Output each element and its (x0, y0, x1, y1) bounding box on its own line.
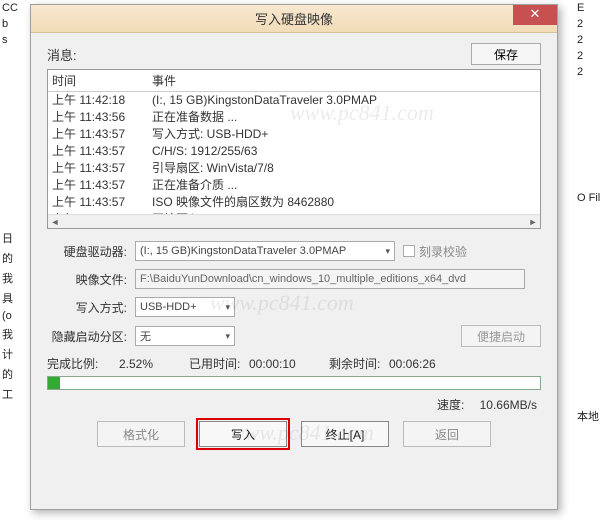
close-button[interactable]: ✕ (513, 5, 557, 25)
log-row[interactable]: 上午 11:43:57引导扇区: WinVista/7/8 (52, 160, 536, 177)
file-label: 映像文件: (47, 271, 135, 288)
dialog-title: 写入硬盘映像 (31, 9, 557, 28)
bg-col-2d: 2 (574, 64, 600, 80)
log-row[interactable]: 上午 11:43:57ISO 映像文件的扇区数为 8462880 (52, 194, 536, 211)
log-event: 写入方式: USB-HDD+ (152, 126, 536, 143)
log-event: C/H/S: 1912/255/63 (152, 143, 536, 160)
quick-boot-button[interactable]: 便捷启动 (461, 325, 541, 347)
speed-value: 10.66MB/s (480, 398, 537, 412)
log-time: 上午 11:43:57 (52, 160, 152, 177)
write-button[interactable]: 写入 (199, 421, 287, 447)
log-time: 上午 11:42:18 (52, 92, 152, 109)
log-row[interactable]: 上午 11:43:56正在准备数据 ... (52, 109, 536, 126)
hide-partition-select[interactable]: 无 ▾ (135, 326, 235, 346)
log-time: 上午 11:43:57 (52, 177, 152, 194)
mode-label: 写入方式: (47, 299, 135, 316)
chevron-down-icon: ▾ (385, 246, 390, 257)
back-button[interactable]: 返回 (403, 421, 491, 447)
verify-label: 刻录校验 (419, 243, 467, 260)
progress-fill (48, 377, 60, 389)
chevron-down-icon: ▾ (225, 331, 230, 342)
speed-label: 速度: (437, 398, 464, 412)
scroll-right-icon[interactable]: ► (526, 215, 540, 229)
format-button[interactable]: 格式化 (97, 421, 185, 447)
bg-local: 本地目录 (574, 406, 600, 426)
drive-select[interactable]: (I:, 15 GB)KingstonDataTraveler 3.0PMAP … (135, 241, 395, 261)
log-event: 正在准备数据 ... (152, 109, 536, 126)
checkbox-icon (403, 245, 415, 257)
progress-bar (47, 376, 541, 390)
percent-value: 2.52% (119, 357, 189, 371)
log-row[interactable]: 上午 11:43:57正在准备介质 ... (52, 177, 536, 194)
scroll-left-icon[interactable]: ◄ (48, 215, 62, 229)
drive-label: 硬盘驱动器: (47, 243, 135, 260)
write-mode-select[interactable]: USB-HDD+ ▾ (135, 297, 235, 317)
log-row[interactable]: 上午 11:43:57写入方式: USB-HDD+ (52, 126, 536, 143)
log-event: ISO 映像文件的扇区数为 8462880 (152, 194, 536, 211)
mode-value: USB-HDD+ (140, 301, 197, 313)
save-button[interactable]: 保存 (471, 43, 541, 65)
remain-value: 00:06:26 (389, 357, 459, 371)
verify-checkbox[interactable]: 刻录校验 (403, 243, 467, 260)
bg-files: O Files) (574, 190, 600, 206)
log-event: (I:, 15 GB)KingstonDataTraveler 3.0PMAP (152, 92, 536, 109)
chevron-down-icon: ▾ (225, 302, 230, 313)
abort-button[interactable]: 终止[A] (301, 421, 389, 447)
log-time: 上午 11:43:57 (52, 143, 152, 160)
log-box[interactable]: 时间 事件 上午 11:42:18(I:, 15 GB)KingstonData… (47, 69, 541, 229)
bg-col-2c: 2 (574, 48, 600, 64)
log-row[interactable]: 上午 11:42:18(I:, 15 GB)KingstonDataTravel… (52, 92, 536, 109)
drive-value: (I:, 15 GB)KingstonDataTraveler 3.0PMAP (140, 245, 346, 257)
image-file-input[interactable] (135, 269, 525, 289)
elapsed-value: 00:00:10 (249, 357, 329, 371)
log-row[interactable]: 上午 11:43:57C/H/S: 1912/255/63 (52, 143, 536, 160)
hide-label: 隐藏启动分区: (47, 328, 135, 345)
log-header-time: 时间 (52, 72, 152, 89)
log-event: 引导扇区: WinVista/7/8 (152, 160, 536, 177)
write-image-dialog: 写入硬盘映像 ✕ 消息: 保存 时间 事件 上午 11:42:18(I:, 15… (30, 4, 558, 510)
bg-col-e: E (574, 0, 600, 16)
message-label: 消息: (47, 45, 471, 64)
remain-label: 剩余时间: (329, 355, 389, 372)
hide-value: 无 (140, 328, 151, 344)
log-time: 上午 11:43:57 (52, 126, 152, 143)
scrollbar-horizontal[interactable]: ◄ ► (48, 214, 540, 228)
log-event: 正在准备介质 ... (152, 177, 536, 194)
percent-label: 完成比例: (47, 355, 119, 372)
log-header-event: 事件 (152, 72, 536, 89)
elapsed-label: 已用时间: (189, 355, 249, 372)
bg-col-2b: 2 (574, 32, 600, 48)
bg-col-2a: 2 (574, 16, 600, 32)
log-time: 上午 11:43:57 (52, 194, 152, 211)
log-time: 上午 11:43:56 (52, 109, 152, 126)
titlebar: 写入硬盘映像 ✕ (31, 5, 557, 33)
